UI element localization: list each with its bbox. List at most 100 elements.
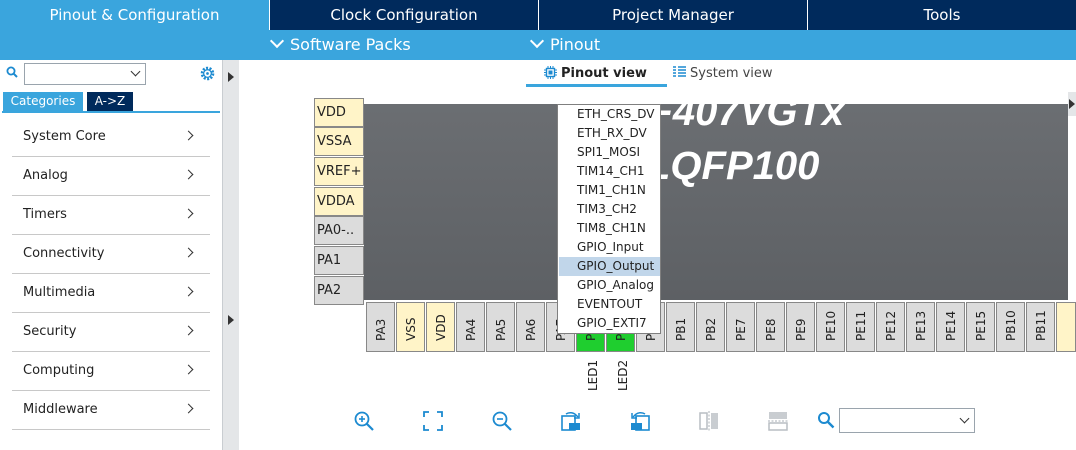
pin-pa3[interactable]: PA3 — [366, 302, 395, 352]
pin-search-select[interactable] — [839, 408, 975, 433]
pin-label: PE11 — [854, 310, 868, 341]
pin-pa2[interactable]: PA2 — [314, 276, 364, 305]
pin-pa6[interactable]: PA6 — [516, 302, 545, 352]
pinout-label: Pinout — [550, 35, 601, 54]
pin-pa0[interactable]: PA0-.. — [314, 216, 364, 245]
flip-vertical-icon[interactable] — [698, 410, 720, 432]
rotate-left-icon[interactable] — [560, 410, 582, 432]
pinout-menu[interactable]: Pinout — [528, 30, 600, 60]
tab-a-z[interactable]: A->Z — [87, 92, 133, 111]
menu-item-tim1-ch1n[interactable]: TIM1_CH1N — [559, 181, 660, 200]
pin-pa1[interactable]: PA1 — [314, 246, 364, 275]
tab-clock-configuration[interactable]: Clock Configuration — [269, 0, 538, 30]
menu-item-gpio-exti7[interactable]: GPIO_EXTI7 — [559, 314, 660, 333]
category-connectivity[interactable]: Connectivity — [12, 236, 210, 274]
collapse-left-icon[interactable] — [228, 72, 234, 82]
tab-pinout-configuration[interactable]: Pinout & Configuration — [0, 0, 269, 30]
expand-icon[interactable] — [228, 315, 234, 325]
pin-label: PE9 — [794, 318, 808, 341]
category-analog[interactable]: Analog — [12, 158, 210, 196]
menu-item-eth-crs-dv[interactable]: ETH_CRS_DV — [559, 105, 660, 124]
pin-vssa[interactable]: VSSA — [314, 127, 364, 156]
right-collapse-handle[interactable] — [1068, 92, 1076, 116]
rotate-right-icon[interactable] — [629, 410, 651, 432]
pin-pe7[interactable]: PE7 — [726, 302, 755, 352]
chevron-right-icon — [183, 169, 194, 180]
zoom-in-icon[interactable] — [353, 410, 375, 432]
pin-pe11[interactable]: PE11 — [846, 302, 875, 352]
chevron-down-icon — [130, 66, 141, 77]
pin-vdda[interactable]: VDDA — [314, 187, 364, 216]
fit-to-screen-icon[interactable] — [422, 410, 444, 432]
software-packs-label: Software Packs — [290, 35, 411, 54]
pin-label: PE12 — [884, 310, 898, 341]
category-security[interactable]: Security — [12, 314, 210, 352]
pin-pa5[interactable]: PA5 — [486, 302, 515, 352]
menu-item-gpio-output[interactable]: GPIO_Output — [559, 257, 660, 276]
pin-pe9[interactable]: PE9 — [786, 302, 815, 352]
pin-pb2[interactable]: PB2 — [696, 302, 725, 352]
category-timers[interactable]: Timers — [12, 197, 210, 235]
pin-vref-plus[interactable]: VREF+ — [314, 157, 364, 186]
menu-item-tim14-ch1[interactable]: TIM14_CH1 — [559, 162, 660, 181]
category-computing[interactable]: Computing — [12, 353, 210, 391]
menu-item-eventout[interactable]: EVENTOUT — [559, 295, 660, 314]
pin-pe8[interactable]: PE8 — [756, 302, 785, 352]
software-packs-menu[interactable]: Software Packs — [268, 30, 411, 60]
search-icon[interactable] — [817, 411, 835, 429]
pin-pb1[interactable]: PB1 — [666, 302, 695, 352]
pin-partial[interactable] — [1056, 302, 1076, 352]
main-tab-bar: Pinout & Configuration Clock Configurati… — [0, 0, 1076, 30]
pin-vdd[interactable]: VDD — [314, 98, 364, 127]
pin-vss[interactable]: VSS — [396, 302, 425, 352]
category-multimedia[interactable]: Multimedia — [12, 275, 210, 313]
pin-pe14[interactable]: PE14 — [936, 302, 965, 352]
chip-package: LQFP100 — [646, 144, 820, 188]
tab-project-manager[interactable]: Project Manager — [538, 0, 807, 30]
gear-icon[interactable] — [199, 65, 216, 82]
chevron-right-icon — [183, 130, 194, 141]
pin-label: PE14 — [944, 310, 958, 341]
search-icon[interactable] — [6, 66, 18, 78]
menu-item-gpio-input[interactable]: GPIO_Input — [559, 238, 660, 257]
pin-pe15[interactable]: PE15 — [966, 302, 995, 352]
pin-function-menu: ETH_CRS_DV ETH_RX_DV SPI1_MOSI TIM14_CH1… — [557, 104, 661, 334]
menu-item-spi1-mosi[interactable]: SPI1_MOSI — [559, 143, 660, 162]
pin-pe12[interactable]: PE12 — [876, 302, 905, 352]
pin-label: PE7 — [734, 318, 748, 341]
tab-pinout-view[interactable]: Pinout view — [544, 64, 647, 84]
category-label: Security — [23, 324, 77, 339]
pin-user-label-led1: LED1 — [586, 359, 600, 391]
tab-system-view[interactable]: System view — [673, 64, 773, 84]
tab-categories[interactable]: Categories — [3, 92, 83, 111]
pin-label: PA3 — [374, 318, 388, 341]
chip-icon — [544, 66, 557, 79]
menu-item-eth-rx-dv[interactable]: ETH_RX_DV — [559, 124, 660, 143]
menu-item-tim8-ch1n[interactable]: TIM8_CH1N — [559, 219, 660, 238]
zoom-out-icon[interactable] — [491, 410, 513, 432]
pin-label: PE15 — [974, 310, 988, 341]
system-view-label: System view — [690, 66, 773, 81]
flip-horizontal-icon[interactable] — [767, 410, 789, 432]
expand-right-icon[interactable] — [1069, 99, 1075, 109]
chevron-right-icon — [183, 364, 194, 375]
category-label: Middleware — [23, 402, 98, 417]
category-label: Multimedia — [23, 285, 96, 300]
panel-splitter[interactable] — [222, 60, 239, 450]
pin-label: PB11 — [1034, 310, 1048, 341]
pin-pe13[interactable]: PE13 — [906, 302, 935, 352]
category-system-core[interactable]: System Core — [12, 119, 210, 157]
pin-pa4[interactable]: PA4 — [456, 302, 485, 352]
chevron-down-icon — [269, 33, 285, 49]
pin-pe10[interactable]: PE10 — [816, 302, 845, 352]
menu-item-tim3-ch2[interactable]: TIM3_CH2 — [559, 200, 660, 219]
pin-pb10[interactable]: PB10 — [996, 302, 1025, 352]
category-middleware[interactable]: Middleware — [12, 392, 210, 430]
pin-pb11[interactable]: PB11 — [1026, 302, 1055, 352]
mcu-chip[interactable]: 32F407VGTx LQFP100 — [364, 104, 1068, 300]
menu-item-gpio-analog[interactable]: GPIO_Analog — [559, 276, 660, 295]
category-search-select[interactable] — [24, 63, 146, 85]
tab-tools[interactable]: Tools — [807, 0, 1076, 30]
pin-vdd-bottom[interactable]: VDD — [426, 302, 455, 352]
sub-nav-bar: Software Packs Pinout — [0, 30, 1076, 60]
